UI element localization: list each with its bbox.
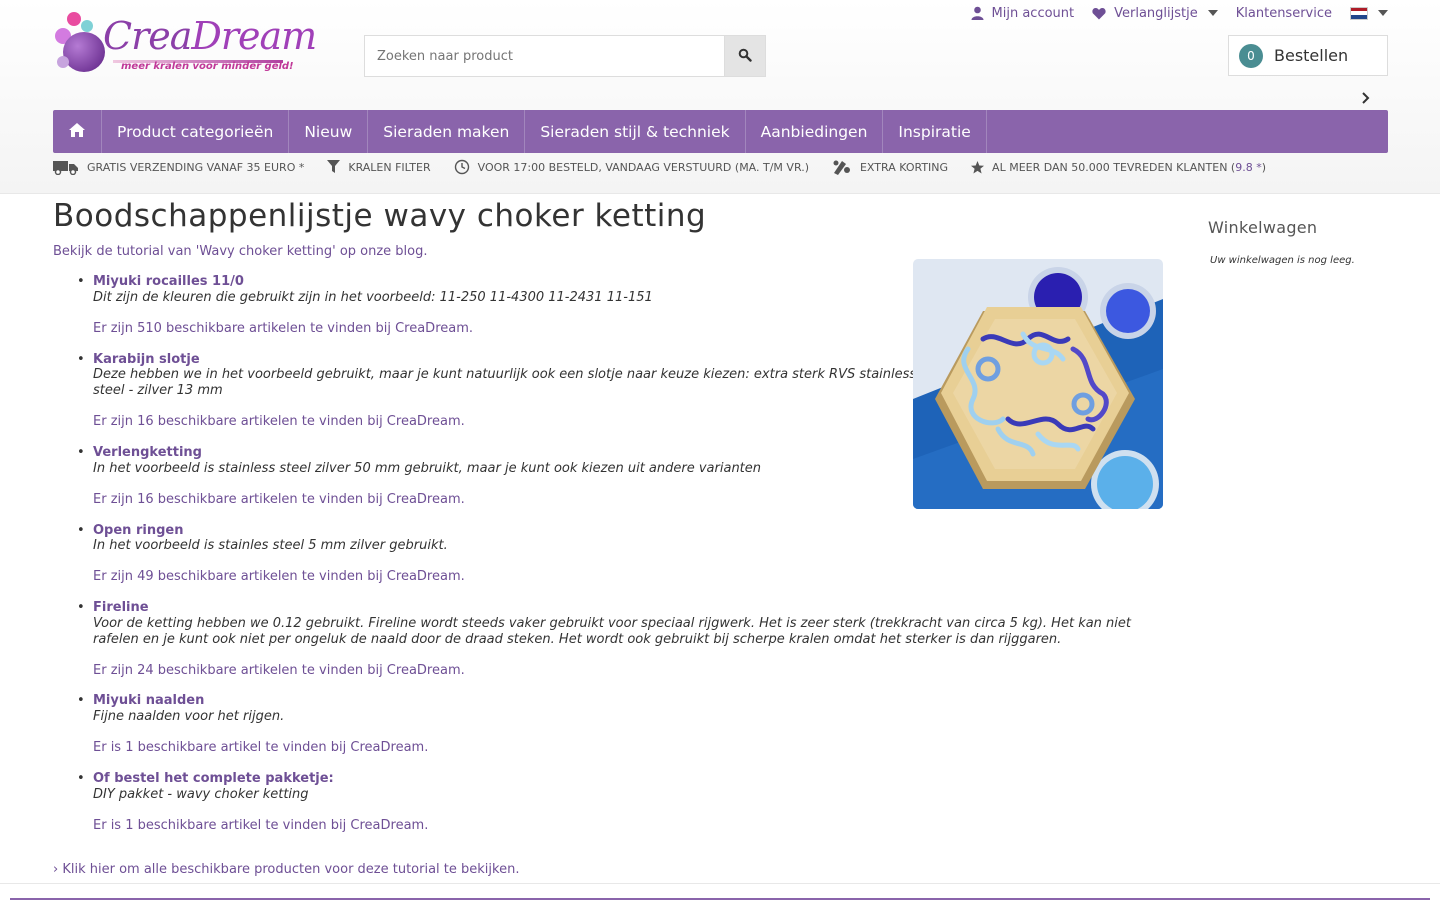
usp-reviews: Al meer dan 50.000 tevreden klanten (9.8… [971, 160, 1266, 174]
order-label: Bestellen [1274, 46, 1349, 65]
home-button[interactable] [53, 110, 102, 153]
availability-link[interactable]: Er zijn 16 beschikbare artikelen te vind… [93, 414, 923, 430]
product-name-link[interactable]: Karabijn slotje [93, 352, 923, 368]
nav-jewelry-making[interactable]: Sieraden maken [368, 110, 526, 153]
search-input[interactable] [365, 36, 724, 76]
search-bar [364, 35, 766, 77]
user-icon [971, 6, 984, 20]
logo-bead [57, 56, 69, 68]
availability-link[interactable]: Er zijn 24 beschikbare artikelen te vind… [93, 663, 1153, 679]
usp-shipping: Gratis verzending vanaf 35 euro * [53, 159, 304, 175]
main-navigation: Product categorieën Nieuw Sieraden maken… [53, 110, 1388, 153]
wavy-choker-photo [913, 259, 1163, 509]
product-description: DIY pakket - wavy choker ketting [93, 786, 309, 802]
chevron-down-icon [1207, 10, 1218, 16]
cart-count-badge: 0 [1239, 43, 1263, 68]
product-description: Fijne naalden voor het rijgen. [93, 709, 285, 725]
availability-link[interactable]: Er is 1 beschikbare artikel te vinden bi… [93, 740, 1153, 756]
star-icon [971, 160, 985, 174]
product-name-link[interactable]: Fireline [93, 600, 1153, 616]
product-description: Voor de ketting hebben we 0.12 gebruikt.… [93, 615, 1132, 647]
nav-product-categories[interactable]: Product categorieën [102, 110, 290, 153]
heart-icon [1092, 7, 1106, 20]
list-item: Open ringen In het voorbeeld is stainles… [53, 523, 1153, 586]
search-button[interactable] [724, 36, 765, 76]
list-item: Karabijn slotje Deze hebben we in het vo… [53, 352, 923, 430]
search-icon [738, 47, 752, 66]
review-score[interactable]: 9.8 * [1235, 161, 1262, 174]
usp-bar: Gratis verzending vanaf 35 euro * Kralen… [53, 158, 1289, 176]
all-products-link[interactable]: › Klik hier om alle beschikbare producte… [53, 862, 519, 877]
product-description: Deze hebben we in het voorbeeld gebruikt… [93, 367, 917, 399]
cart-sidebar-title: Winkelwagen [1208, 218, 1318, 237]
logo-bead [81, 20, 93, 32]
wishlist-link[interactable]: Verlanglijstje [1092, 4, 1218, 22]
tutorial-blog-link[interactable]: Bekijk de tutorial van 'Wavy choker kett… [53, 244, 428, 259]
availability-link[interactable]: Er zijn 49 beschikbare artikelen te vind… [93, 569, 1153, 585]
account-link[interactable]: Mijn account [971, 4, 1075, 22]
dutch-flag-icon [1350, 6, 1368, 20]
language-selector[interactable] [1350, 4, 1388, 22]
product-name-link[interactable]: Of bestel het complete pakketje: [93, 771, 1153, 787]
funnel-icon [327, 160, 341, 174]
chevron-down-icon [1378, 10, 1388, 16]
creadream-logo[interactable]: CreaDream meer kralen voor minder geld! [53, 8, 353, 78]
cart-empty-message: Uw winkelwagen is nog leeg. [1210, 255, 1355, 266]
product-name-link[interactable]: Open ringen [93, 523, 1153, 539]
usp-bead-filter[interactable]: Kralen filter [327, 160, 431, 174]
customer-service-link[interactable]: Klantenservice [1236, 4, 1332, 22]
availability-link[interactable]: Er is 1 beschikbare artikel te vinden bi… [93, 818, 1153, 834]
divider [0, 883, 1440, 884]
nav-new[interactable]: Nieuw [289, 110, 369, 153]
list-item: Of bestel het complete pakketje: DIY pak… [53, 771, 1153, 834]
order-button[interactable]: 0 Bestellen [1228, 35, 1388, 76]
customer-service-label: Klantenservice [1235, 5, 1332, 21]
logo-text: CreaDream [103, 14, 317, 58]
wishlist-label: Verlanglijstje [1114, 5, 1198, 21]
product-description: In het voorbeeld is stainles steel 5 mm … [93, 538, 448, 554]
logo-tagline: meer kralen voor minder geld! [121, 61, 294, 72]
list-item: Miyuki naalden Fijne naalden voor het ri… [53, 693, 1153, 756]
clock-icon [454, 159, 470, 175]
discount-icon [832, 159, 852, 175]
chevron-right-icon[interactable] [1360, 89, 1370, 104]
home-icon [68, 122, 86, 142]
top-links: Mijn account Verlanglijstje Klantenservi… [953, 4, 1388, 22]
account-label: Mijn account [991, 5, 1075, 21]
list-item: Fireline Voor de ketting hebben we 0.12 … [53, 600, 1153, 678]
product-name-link[interactable]: Miyuki naalden [93, 693, 1153, 709]
logo-bead [63, 32, 105, 72]
nav-inspiration[interactable]: Inspiratie [883, 110, 987, 153]
page-title: Boodschappenlijstje wavy choker ketting [53, 198, 707, 234]
nav-style-technique[interactable]: Sieraden stijl & techniek [525, 110, 746, 153]
usp-delivery: Voor 17:00 besteld, vandaag verstuurd (m… [454, 159, 809, 175]
nav-offers[interactable]: Aanbiedingen [746, 110, 884, 153]
truck-icon [53, 159, 79, 175]
logo-bead [67, 12, 81, 26]
usp-discount: Extra korting [832, 159, 948, 175]
